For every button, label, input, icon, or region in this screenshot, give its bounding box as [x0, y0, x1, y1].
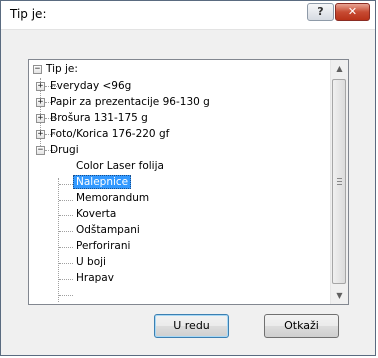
tree-node-photo-cover[interactable]: Foto/Korica 176-220 gf	[50, 127, 169, 142]
ok-button[interactable]: U redu	[154, 314, 229, 338]
tree-item-labels-text: Nalepnice	[73, 175, 132, 189]
tree-item-letterhead[interactable]: Memorandum	[76, 191, 149, 206]
tree-item-prepunched[interactable]: Perforirani	[76, 239, 130, 254]
collapse-other-icon[interactable]: −	[36, 146, 45, 155]
paper-type-tree[interactable]: − Tip je: + Everyday <96g + Papir za pre…	[28, 59, 349, 305]
tree-node-presentation[interactable]: Papir za prezentacije 96-130 g	[50, 95, 210, 110]
expand-everyday-icon[interactable]: +	[36, 82, 45, 91]
tree-item-labels[interactable]: Nalepnice	[73, 175, 132, 190]
close-button[interactable]: ✕	[335, 3, 370, 21]
tree-root[interactable]: Tip je:	[46, 62, 78, 77]
tree-item-colored[interactable]: U boji	[76, 255, 106, 270]
tree-item-color-laser-film[interactable]: Color Laser folija	[76, 159, 164, 174]
help-button[interactable]: ?	[307, 3, 334, 21]
dialog-title: Tip je:	[10, 7, 47, 21]
tree-item-envelope[interactable]: Koverta	[76, 207, 116, 222]
paper-type-dialog: Tip je: ? ✕ − Tip je: + Everyday <96g + …	[0, 0, 376, 356]
tree-node-other[interactable]: Drugi	[50, 143, 79, 158]
scrollbar-thumb[interactable]	[332, 79, 346, 284]
vertical-scrollbar[interactable]: ▲ ▼	[330, 60, 348, 304]
tree-node-brochure[interactable]: Brošura 131-175 g	[50, 111, 148, 126]
collapse-root-icon[interactable]: −	[33, 65, 42, 74]
title-bar: Tip je: ? ✕	[1, 1, 375, 30]
tree-item-rough[interactable]: Hrapav	[76, 271, 114, 286]
expand-brochure-icon[interactable]: +	[36, 114, 45, 123]
expand-presentation-icon[interactable]: +	[36, 98, 45, 107]
tree-node-everyday[interactable]: Everyday <96g	[50, 79, 131, 94]
expand-photo-cover-icon[interactable]: +	[36, 130, 45, 139]
scroll-down-arrow-icon[interactable]: ▼	[331, 287, 348, 304]
tree-item-preprinted[interactable]: Odštampani	[76, 223, 140, 238]
scroll-up-arrow-icon[interactable]: ▲	[331, 60, 348, 77]
cancel-button[interactable]: Otkaži	[264, 314, 339, 338]
